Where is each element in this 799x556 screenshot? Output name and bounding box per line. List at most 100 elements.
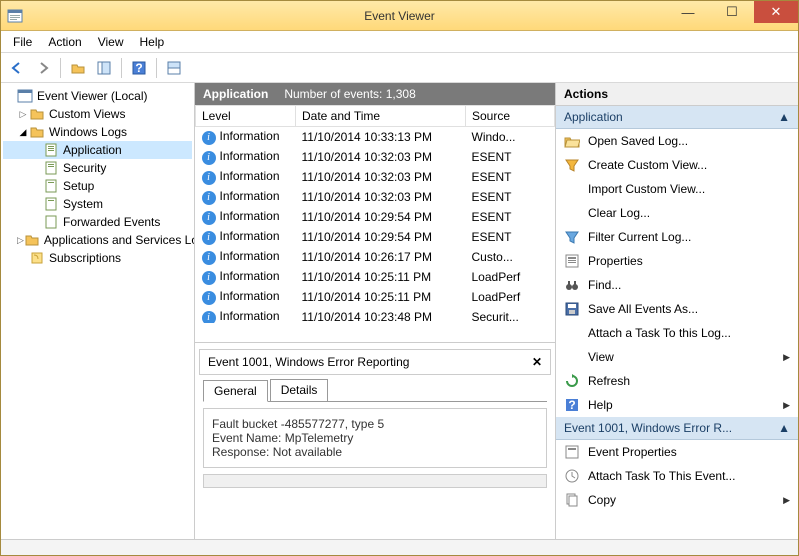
filter-icon <box>564 157 580 173</box>
center-pane: Application Number of events: 1,308 Leve… <box>195 83 556 539</box>
binoculars-icon <box>564 277 580 293</box>
titlebar: Event Viewer — ☐ ✕ <box>1 1 798 31</box>
info-icon: i <box>202 151 216 165</box>
tree-pane[interactable]: Event Viewer (Local) ▷Custom Views ◢Wind… <box>1 83 195 539</box>
tree-label: Application <box>63 143 122 157</box>
detail-line: Event Name: MpTelemetry <box>212 431 538 445</box>
tree-app-services[interactable]: ▷Applications and Services Lo <box>3 231 192 249</box>
action-filter-log[interactable]: Filter Current Log... <box>556 225 798 249</box>
forward-button[interactable] <box>31 56 55 80</box>
action-find[interactable]: Find... <box>556 273 798 297</box>
blank-icon <box>564 349 580 365</box>
tree-forwarded[interactable]: Forwarded Events <box>3 213 192 231</box>
filter-icon <box>564 229 580 245</box>
detail-scrollbar[interactable] <box>203 474 547 488</box>
event-row[interactable]: iInformation11/10/2014 10:32:03 PMESENT <box>196 147 555 167</box>
show-tree-button[interactable] <box>92 56 116 80</box>
actions-header: Actions <box>556 83 798 106</box>
action-properties[interactable]: Properties <box>556 249 798 273</box>
info-icon: i <box>202 311 216 323</box>
actions-section-application[interactable]: Application▲ <box>556 106 798 129</box>
submenu-arrow-icon: ▶ <box>783 495 790 506</box>
action-help[interactable]: ?Help▶ <box>556 393 798 417</box>
minimize-button[interactable]: — <box>666 1 710 23</box>
col-source[interactable]: Source <box>466 106 555 127</box>
actions-section-event[interactable]: Event 1001, Windows Error R...▲ <box>556 417 798 440</box>
info-icon: i <box>202 271 216 285</box>
tree-label: Windows Logs <box>49 125 127 139</box>
close-button[interactable]: ✕ <box>754 1 798 23</box>
col-level[interactable]: Level <box>196 106 296 127</box>
event-row[interactable]: iInformation11/10/2014 10:32:03 PMESENT <box>196 187 555 207</box>
task-icon <box>564 468 580 484</box>
action-clear-log[interactable]: Clear Log... <box>556 201 798 225</box>
maximize-button[interactable]: ☐ <box>710 1 754 23</box>
action-open-saved-log[interactable]: Open Saved Log... <box>556 129 798 153</box>
tab-details[interactable]: Details <box>270 379 329 401</box>
preview-pane-button[interactable] <box>162 56 186 80</box>
submenu-arrow-icon: ▶ <box>783 352 790 363</box>
tree-security[interactable]: Security <box>3 159 192 177</box>
properties-icon <box>564 253 580 269</box>
event-row[interactable]: iInformation11/10/2014 10:33:13 PMWindo.… <box>196 127 555 148</box>
menu-file[interactable]: File <box>5 33 40 51</box>
help-button[interactable]: ? <box>127 56 151 80</box>
copy-icon <box>564 492 580 508</box>
action-save-all[interactable]: Save All Events As... <box>556 297 798 321</box>
tree-system[interactable]: System <box>3 195 192 213</box>
open-folder-button[interactable] <box>66 56 90 80</box>
status-bar <box>1 539 798 555</box>
event-row[interactable]: iInformation11/10/2014 10:32:03 PMESENT <box>196 167 555 187</box>
action-event-properties[interactable]: Event Properties <box>556 440 798 464</box>
menubar: File Action View Help <box>1 31 798 53</box>
info-icon: i <box>202 291 216 305</box>
back-button[interactable] <box>5 56 29 80</box>
action-refresh[interactable]: Refresh <box>556 369 798 393</box>
col-date[interactable]: Date and Time <box>296 106 466 127</box>
help-icon: ? <box>564 397 580 413</box>
detail-title: Event 1001, Windows Error Reporting <box>208 355 409 369</box>
action-attach-task[interactable]: Attach a Task To this Log... <box>556 321 798 345</box>
detail-body[interactable]: Fault bucket -485577277, type 5 Event Na… <box>203 408 547 468</box>
blank-icon <box>564 205 580 221</box>
event-row[interactable]: iInformation11/10/2014 10:26:17 PMCusto.… <box>196 247 555 267</box>
action-copy[interactable]: Copy▶ <box>556 488 798 512</box>
tree-custom-views[interactable]: ▷Custom Views <box>3 105 192 123</box>
event-row[interactable]: iInformation11/10/2014 10:25:11 PMLoadPe… <box>196 287 555 307</box>
action-view[interactable]: View▶ <box>556 345 798 369</box>
info-icon: i <box>202 231 216 245</box>
event-row[interactable]: iInformation11/10/2014 10:29:54 PMESENT <box>196 227 555 247</box>
menu-view[interactable]: View <box>90 33 132 51</box>
event-row[interactable]: iInformation11/10/2014 10:23:48 PMSecuri… <box>196 307 555 323</box>
action-import-custom-view[interactable]: Import Custom View... <box>556 177 798 201</box>
tree-windows-logs[interactable]: ◢Windows Logs <box>3 123 192 141</box>
action-attach-task-event[interactable]: Attach Task To This Event... <box>556 464 798 488</box>
actions-pane: Actions Application▲ Open Saved Log... C… <box>556 83 798 539</box>
detail-line: Fault bucket -485577277, type 5 <box>212 417 538 431</box>
center-header: Application Number of events: 1,308 <box>195 83 555 105</box>
submenu-arrow-icon: ▶ <box>783 400 790 411</box>
tree-label: Security <box>63 161 106 175</box>
action-create-custom-view[interactable]: Create Custom View... <box>556 153 798 177</box>
tab-general[interactable]: General <box>203 380 268 402</box>
detail-pane: Event 1001, Windows Error Reporting ✕ Ge… <box>195 343 555 539</box>
tree-setup[interactable]: Setup <box>3 177 192 195</box>
event-row[interactable]: iInformation11/10/2014 10:29:54 PMESENT <box>196 207 555 227</box>
event-grid[interactable]: Level Date and Time Source iInformation1… <box>195 105 555 343</box>
tree-subscriptions[interactable]: Subscriptions <box>3 249 192 267</box>
separator <box>121 58 122 78</box>
separator <box>156 58 157 78</box>
tree-root[interactable]: Event Viewer (Local) <box>3 87 192 105</box>
detail-close-icon[interactable]: ✕ <box>532 355 542 369</box>
event-count: Number of events: 1,308 <box>284 87 415 101</box>
save-icon <box>564 301 580 317</box>
detail-tabs: General Details <box>203 379 547 402</box>
menu-help[interactable]: Help <box>132 33 173 51</box>
event-row[interactable]: iInformation11/10/2014 10:25:11 PMLoadPe… <box>196 267 555 287</box>
svg-text:?: ? <box>135 61 142 75</box>
main-area: Event Viewer (Local) ▷Custom Views ◢Wind… <box>1 83 798 539</box>
tree-label: Applications and Services Lo <box>44 233 195 247</box>
blank-icon <box>564 325 580 341</box>
menu-action[interactable]: Action <box>40 33 89 51</box>
tree-application[interactable]: Application <box>3 141 192 159</box>
